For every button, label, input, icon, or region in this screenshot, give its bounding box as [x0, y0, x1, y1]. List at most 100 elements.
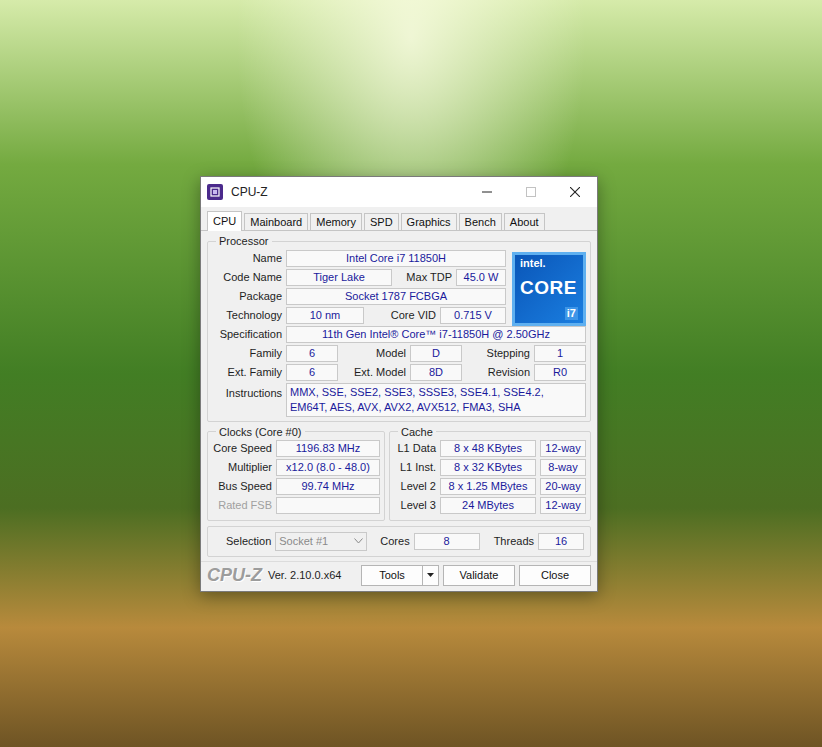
field-label: Ext. Model [342, 364, 406, 381]
dropdown-arrow-icon[interactable] [422, 566, 438, 585]
tab[interactable]: Graphics [401, 213, 457, 230]
value-field: 1196.83 MHz [276, 440, 380, 457]
processor-fields: NameIntel Core i7 11850HCode NameTiger L… [212, 250, 506, 326]
value-field: 10 nm [286, 307, 364, 324]
field-label: Cores [371, 533, 409, 550]
group-title: Clocks (Core #0) [216, 424, 305, 441]
value-field: 99.74 MHz [276, 478, 380, 495]
logo-brand: intel. [520, 258, 578, 269]
value-field [276, 497, 380, 514]
field-label: Name [212, 250, 282, 267]
field-row: Level 28 x 1.25 MBytes20-way [394, 478, 586, 495]
field-label: Specification [212, 326, 282, 343]
value-field: 8D [410, 364, 462, 381]
tab[interactable]: CPU [207, 211, 242, 231]
field-row: Multiplierx12.0 (8.0 - 48.0) [212, 459, 380, 476]
value-field: Socket 1787 FCBGA [286, 288, 506, 305]
value-field: 11th Gen Intel® Core™ i7-11850H @ 2.50GH… [286, 326, 586, 343]
value-field: 8 x 48 KBytes [440, 440, 536, 457]
tab[interactable]: Memory [310, 213, 362, 230]
field-row: L1 Data8 x 48 KBytes12-way [394, 440, 586, 457]
field-label: Max TDP [396, 269, 452, 286]
validate-button[interactable]: Validate [443, 565, 515, 586]
value-field: x12.0 (8.0 - 48.0) [276, 459, 380, 476]
field-label: Selection [226, 533, 271, 550]
value-field: Intel Core i7 11850H [286, 250, 506, 267]
footer-buttons: Tools ValidateClose [361, 565, 591, 586]
processor-group: ProcessorNameIntel Core i7 11850HCode Na… [207, 233, 591, 422]
value-field: Tiger Lake [286, 269, 392, 286]
tab[interactable]: About [504, 213, 545, 230]
close-button[interactable] [553, 177, 597, 207]
value-field: 24 MBytes [440, 497, 536, 514]
field-row: Specification11th Gen Intel® Core™ i7-11… [212, 326, 586, 343]
dropdown-value: Socket #1 [279, 533, 328, 550]
value-field: 45.0 W [456, 269, 506, 286]
socket-dropdown: Socket #1 [275, 532, 367, 551]
value-field: 1 [534, 345, 586, 362]
field-label: Ext. Family [212, 364, 282, 381]
value-field: 0.715 V [440, 307, 506, 324]
title-bar: CPU-Z [201, 177, 597, 207]
cpuz-window: CPU-Z CPUMainboardMemorySPDGraphicsBenchA… [200, 176, 598, 592]
tab-bar: CPUMainboardMemorySPDGraphicsBenchAbout [201, 207, 597, 231]
field-row: NameIntel Core i7 11850H [212, 250, 506, 267]
cache-group: CacheL1 Data8 x 48 KBytes12-wayL1 Inst.8… [389, 424, 591, 522]
value-field: 8-way [540, 459, 586, 476]
value-field: 20-way [540, 478, 586, 495]
field-label: Revision [466, 364, 530, 381]
group-title: Processor [216, 233, 272, 250]
field-row: Technology10 nmCore VID0.715 V [212, 307, 506, 324]
field-row: Bus Speed99.74 MHz [212, 478, 380, 495]
logo-product: CORE [520, 278, 578, 297]
field-row: Rated FSB [212, 497, 380, 514]
field-label: Instructions [212, 383, 282, 402]
field-row: Core Speed1196.83 MHz [212, 440, 380, 457]
field-label: Bus Speed [212, 478, 272, 495]
minimize-icon [482, 187, 492, 197]
close-icon [570, 187, 580, 197]
value-field: D [410, 345, 462, 362]
minimize-button[interactable] [465, 177, 509, 207]
window-controls [465, 177, 597, 207]
field-label: Rated FSB [212, 497, 272, 514]
clocks-group: Clocks (Core #0)Core Speed1196.83 MHzMul… [207, 424, 385, 522]
field-row: Level 324 MBytes12-way [394, 497, 586, 514]
field-label: Level 3 [394, 497, 436, 514]
value-field: MMX, SSE, SSE2, SSE3, SSSE3, SSE4.1, SSE… [286, 383, 586, 417]
desktop: CPU-Z CPUMainboardMemorySPDGraphicsBenchA… [0, 0, 822, 747]
selection-group: Selection Socket #1 Cores 8 Threads16 [207, 526, 591, 557]
tab[interactable]: Mainboard [244, 213, 308, 230]
tab[interactable]: SPD [364, 213, 399, 230]
field-label: Core VID [368, 307, 436, 324]
maximize-icon [526, 187, 536, 197]
field-label: Family [212, 345, 282, 362]
field-label: Multiplier [212, 459, 272, 476]
window-title: CPU-Z [231, 183, 268, 201]
value-field: 12-way [540, 497, 586, 514]
field-row: L1 Inst.8 x 32 KBytes8-way [394, 459, 586, 476]
field-row: PackageSocket 1787 FCBGA [212, 288, 506, 305]
value-field: R0 [534, 364, 586, 381]
value-field: 16 [538, 533, 584, 550]
field-label: Technology [212, 307, 282, 324]
field-label: Level 2 [394, 478, 436, 495]
tab-page: ProcessorNameIntel Core i7 11850HCode Na… [201, 231, 597, 561]
field-row: Family6ModelDStepping1 [212, 345, 586, 362]
tools-button[interactable]: Tools [361, 565, 439, 586]
value-field: 8 x 32 KBytes [440, 459, 536, 476]
field-label: Core Speed [212, 440, 272, 457]
field-label: Threads [494, 533, 534, 550]
value-field: 6 [286, 364, 338, 381]
close-button[interactable]: Close [519, 565, 591, 586]
app-icon [207, 184, 223, 200]
value-field: 8 [414, 533, 480, 550]
tab[interactable]: Bench [459, 213, 502, 230]
button-label: Tools [362, 566, 422, 585]
value-field: 12-way [540, 440, 586, 457]
field-row: InstructionsMMX, SSE, SSE2, SSE3, SSSE3,… [212, 383, 586, 417]
field-label: L1 Inst. [394, 459, 436, 476]
clocks-cache-row: Clocks (Core #0)Core Speed1196.83 MHzMul… [207, 424, 591, 522]
logo-face: intel.COREi7 [515, 255, 583, 323]
version-label: Ver. 2.10.0.x64 [268, 567, 341, 584]
